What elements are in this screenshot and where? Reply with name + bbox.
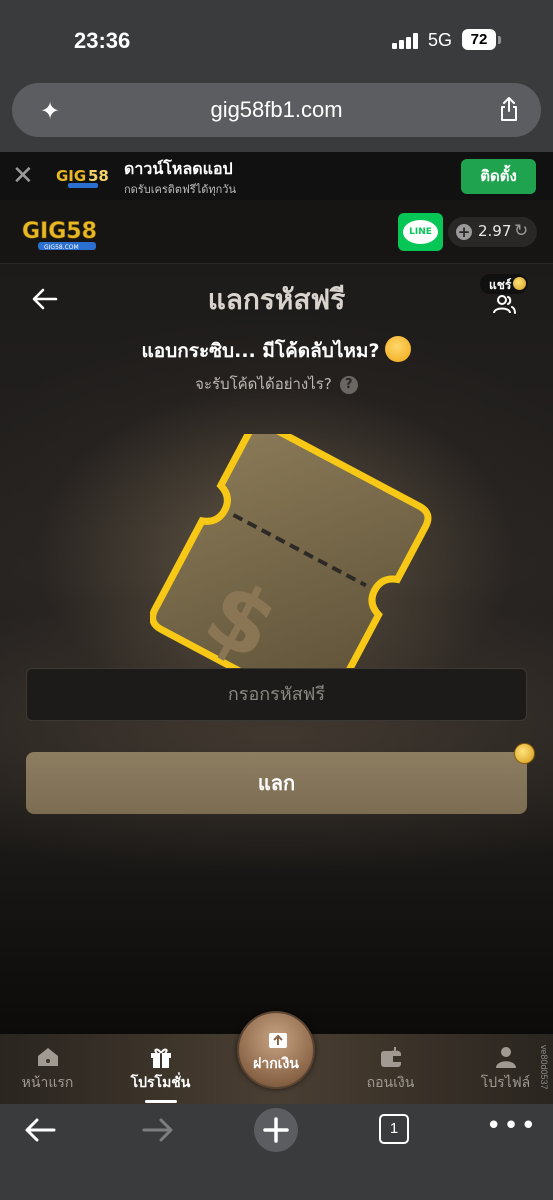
forward-icon[interactable] (140, 1114, 176, 1146)
add-funds-icon[interactable]: + (456, 224, 472, 240)
shushing-face-icon (385, 335, 412, 362)
share-icon[interactable] (497, 96, 521, 122)
active-tab-indicator (145, 1100, 177, 1103)
svg-text:GIG58.COM: GIG58.COM (44, 244, 79, 251)
hint-subtitle: แอบกระซิบ... มีโค้ดลับไหม? (0, 335, 553, 366)
coin-icon (514, 743, 535, 764)
ticket-icon: $ (150, 434, 432, 684)
wallet-icon (380, 1047, 401, 1067)
battery-tip (498, 36, 501, 44)
status-time: 23:36 (74, 28, 131, 53)
url-text[interactable]: gig58fb1.com (12, 97, 541, 123)
balance-display[interactable]: + 2.97 ↻ (448, 217, 537, 247)
friends-icon[interactable] (492, 294, 516, 314)
tab-label: ถอนเงิน (366, 1075, 415, 1091)
deposit-label: ฝากเงิน (253, 1056, 299, 1072)
help-link[interactable]: จะรับโค้ดได้อย่างไร?? (0, 372, 553, 396)
new-tab-button[interactable] (254, 1108, 298, 1152)
deposit-icon (269, 1033, 287, 1048)
redeem-button[interactable]: แลก (26, 752, 527, 814)
redeem-code-page: แลกรหัสฟรี แชร์ แอบกระซิบ... มีโค้ดลับไห… (0, 264, 553, 1034)
help-text[interactable]: จะรับโค้ดได้อย่างไร? (195, 375, 332, 393)
tabs-button[interactable]: 1 (379, 1114, 409, 1144)
banner-title: ดาวน์โหลดแอป (124, 159, 233, 178)
coin-icon (513, 277, 526, 290)
cellular-signal-icon (392, 33, 420, 49)
refresh-icon[interactable]: ↻ (514, 221, 528, 241)
network-type: 5G (428, 30, 453, 50)
tab-withdraw[interactable]: ถอนเงิน (343, 1034, 438, 1104)
user-icon (495, 1047, 516, 1068)
tab-promotions[interactable]: โปรโมชั่น (113, 1034, 208, 1104)
site-logo[interactable]: GIG58 GIG58.COM (20, 214, 116, 252)
plus-icon (263, 1117, 289, 1143)
page-title: แลกรหัสฟรี (207, 283, 346, 316)
tab-home[interactable]: หน้าแรก (0, 1034, 95, 1104)
balance-value: 2.97 (478, 222, 512, 240)
deposit-button[interactable]: ฝากเงิน (237, 1011, 315, 1089)
app-logo: GIG 58 (56, 167, 109, 188)
free-code-input[interactable] (26, 668, 527, 721)
hint-text: แอบกระซิบ... มีโค้ดลับไหม? (141, 340, 380, 362)
browser-toolbar: 1 ••• (0, 1104, 553, 1200)
battery-icon: 72 (462, 29, 496, 50)
line-icon[interactable]: LINE (398, 213, 443, 251)
share-button[interactable]: แชร์ (480, 274, 528, 294)
banner-subtitle: กดรับเครดิตฟรีได้ทุกวัน (124, 183, 236, 196)
tab-label: โปรโมชั่น (130, 1075, 191, 1091)
status-bar: 23:36 5G 72 (0, 0, 553, 80)
help-question-icon[interactable]: ? (339, 375, 358, 394)
share-label: แชร์ (489, 278, 512, 292)
line-label: LINE (403, 220, 438, 244)
gift-icon (150, 1048, 171, 1068)
tab-label: หน้าแรก (21, 1075, 74, 1091)
close-icon[interactable]: ✕ (12, 161, 34, 191)
address-bar[interactable]: ✦ gig58fb1.com (12, 83, 541, 137)
install-button[interactable]: ติดตั้ง (461, 159, 536, 194)
version-tag: ve80d0537 (539, 1045, 549, 1090)
more-icon[interactable]: ••• (486, 1113, 538, 1139)
svg-text:GIG: GIG (56, 167, 86, 185)
home-icon (37, 1048, 58, 1066)
back-icon[interactable] (22, 1114, 58, 1146)
svg-text:58: 58 (88, 167, 109, 185)
svg-text:GIG58: GIG58 (22, 219, 97, 244)
